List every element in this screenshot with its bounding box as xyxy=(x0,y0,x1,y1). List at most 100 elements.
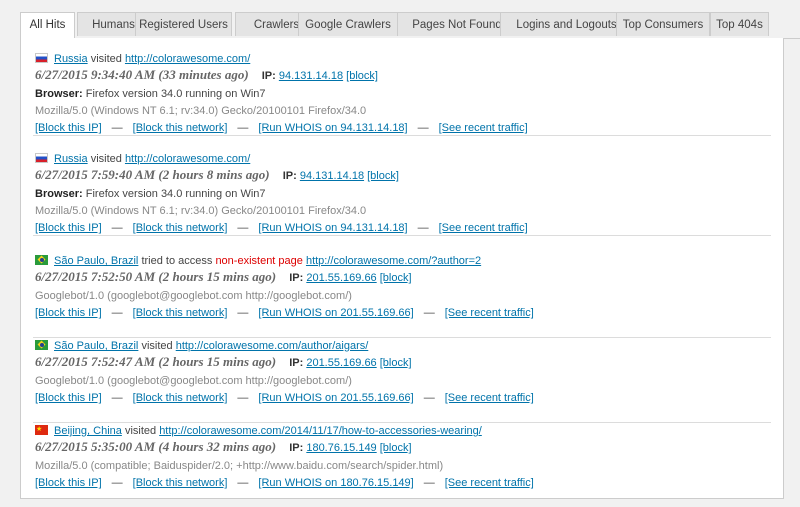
hit-entry: Beijing, China visited http://coloraweso… xyxy=(33,423,771,507)
url-link[interactable]: http://colorawesome.com/?author=2 xyxy=(306,255,481,267)
visited-text: visited xyxy=(124,425,157,437)
separator: — xyxy=(111,477,123,489)
tab-registered-users[interactable]: Registered Users xyxy=(135,12,232,36)
block-link[interactable]: [block] xyxy=(380,442,412,454)
location-link[interactable]: São Paulo, Brazil xyxy=(54,340,138,352)
whois-link[interactable]: [Run WHOIS on 94.131.14.18] xyxy=(258,122,407,134)
russia-flag-icon xyxy=(35,153,48,163)
visited-text: visited xyxy=(90,53,122,65)
non-existent-label: non-existent page xyxy=(215,255,303,267)
block-ip-link[interactable]: [Block this IP] xyxy=(35,477,102,489)
separator: — xyxy=(237,222,249,234)
visit-line: São Paulo, Brazil visited http://coloraw… xyxy=(35,338,368,354)
visited-text: visited xyxy=(141,340,173,352)
timestamp: 6/27/2015 9:34:40 AM (33 minutes ago) xyxy=(35,67,249,82)
url-link[interactable]: http://colorawesome.com/author/aigars/ xyxy=(176,340,369,352)
ip-link[interactable]: 180.76.15.149 xyxy=(306,442,376,454)
actions-line: [Block this IP] — [Block this network] — [Ru… xyxy=(35,120,528,136)
browser-value: Firefox version 34.0 running on Win7 xyxy=(85,188,266,200)
tab-top-404s[interactable]: Top 404s xyxy=(710,12,769,36)
china-flag-icon xyxy=(35,425,48,435)
separator: — xyxy=(111,307,123,319)
block-ip-link[interactable]: [Block this IP] xyxy=(35,392,102,404)
time-line: 6/27/2015 7:52:47 AM (2 hours 15 mins ag… xyxy=(35,353,412,371)
location-link[interactable]: Russia xyxy=(54,53,88,65)
block-link[interactable]: [block] xyxy=(380,272,412,284)
tried-text: tried to access xyxy=(141,255,213,267)
timestamp: 6/27/2015 7:59:40 AM (2 hours 8 mins ago… xyxy=(35,167,270,182)
separator: — xyxy=(423,477,435,489)
hit-entry: Russia visited http://colorawesome.com/ … xyxy=(33,51,771,136)
separator: — xyxy=(417,222,429,234)
whois-link[interactable]: [Run WHOIS on 94.131.14.18] xyxy=(258,222,407,234)
separator: — xyxy=(111,222,123,234)
user-agent: Googlebot/1.0 (googlebot@googlebot.com h… xyxy=(35,290,352,302)
ip-link[interactable]: 94.131.14.18 xyxy=(300,170,364,182)
separator: — xyxy=(237,307,249,319)
block-link[interactable]: [block] xyxy=(380,357,412,369)
ip-label: IP: xyxy=(261,70,276,82)
hit-entry: Russia visited http://colorawesome.com/ … xyxy=(33,151,771,236)
user-agent: Mozilla/5.0 (compatible; Baiduspider/2.0… xyxy=(35,460,444,472)
browser-value: Firefox version 34.0 running on Win7 xyxy=(85,88,266,100)
block-network-link[interactable]: [Block this network] xyxy=(133,222,228,234)
block-link[interactable]: [block] xyxy=(346,70,378,82)
ip-link[interactable]: 201.55.169.66 xyxy=(306,272,376,284)
browser-label: Browser: xyxy=(35,88,83,100)
url-link[interactable]: http://colorawesome.com/2014/11/17/how-t… xyxy=(159,425,482,437)
actions-line: [Block this IP] — [Block this network] — [Ru… xyxy=(35,305,534,321)
ip-link[interactable]: 94.131.14.18 xyxy=(279,70,343,82)
tab-top-consumers[interactable]: Top Consumers xyxy=(616,12,710,36)
location-link[interactable]: São Paulo, Brazil xyxy=(54,255,138,267)
block-network-link[interactable]: [Block this network] xyxy=(133,477,228,489)
russia-flag-icon xyxy=(35,53,48,63)
visit-line: Beijing, China visited http://coloraweso… xyxy=(35,423,482,439)
separator: — xyxy=(417,122,429,134)
block-network-link[interactable]: [Block this network] xyxy=(133,307,228,319)
recent-traffic-link[interactable]: [See recent traffic] xyxy=(445,307,534,319)
time-line: 6/27/2015 5:35:00 AM (4 hours 32 mins ag… xyxy=(35,438,412,456)
user-agent: Googlebot/1.0 (googlebot@googlebot.com h… xyxy=(35,375,352,387)
recent-traffic-link[interactable]: [See recent traffic] xyxy=(439,222,528,234)
timestamp: 6/27/2015 7:52:47 AM (2 hours 15 mins ag… xyxy=(35,354,277,369)
block-ip-link[interactable]: [Block this IP] xyxy=(35,222,102,234)
recent-traffic-link[interactable]: [See recent traffic] xyxy=(445,392,534,404)
actions-line: [Block this IP] — [Block this network] — [Ru… xyxy=(35,390,534,406)
timestamp: 6/27/2015 5:35:00 AM (4 hours 32 mins ag… xyxy=(35,439,277,454)
time-line: 6/27/2015 9:34:40 AM (33 minutes ago) IP… xyxy=(35,66,378,84)
hit-entry: São Paulo, Brazil tried to access non-ex… xyxy=(33,253,771,338)
ip-label: IP: xyxy=(289,357,304,369)
location-link[interactable]: Russia xyxy=(54,153,88,165)
brazil-flag-icon xyxy=(35,340,48,350)
user-agent: Mozilla/5.0 (Windows NT 6.1; rv:34.0) Ge… xyxy=(35,205,367,217)
block-network-link[interactable]: [Block this network] xyxy=(133,392,228,404)
visit-line: Russia visited http://colorawesome.com/ xyxy=(35,51,250,67)
ip-label: IP: xyxy=(289,272,304,284)
visit-line: São Paulo, Brazil tried to access non-ex… xyxy=(35,253,481,269)
tab-pages-not-found[interactable]: Pages Not Found xyxy=(397,12,517,36)
tab-logins-and-logouts[interactable]: Logins and Logouts xyxy=(500,12,633,36)
separator: — xyxy=(111,122,123,134)
tab-bar: All Hits Humans Registered Users Crawler… xyxy=(20,12,800,39)
url-link[interactable]: http://colorawesome.com/ xyxy=(125,53,250,65)
whois-link[interactable]: [Run WHOIS on 180.76.15.149] xyxy=(258,477,413,489)
separator: — xyxy=(423,307,435,319)
location-link[interactable]: Beijing, China xyxy=(54,425,122,437)
block-network-link[interactable]: [Block this network] xyxy=(133,122,228,134)
url-link[interactable]: http://colorawesome.com/ xyxy=(125,153,250,165)
tab-all-hits[interactable]: All Hits xyxy=(20,12,75,39)
recent-traffic-link[interactable]: [See recent traffic] xyxy=(445,477,534,489)
browser-line: Browser: Firefox version 34.0 running on… xyxy=(35,86,266,102)
block-ip-link[interactable]: [Block this IP] xyxy=(35,307,102,319)
actions-line: [Block this IP] — [Block this network] — [Ru… xyxy=(35,220,528,236)
time-line: 6/27/2015 7:52:50 AM (2 hours 15 mins ag… xyxy=(35,268,412,286)
whois-link[interactable]: [Run WHOIS on 201.55.169.66] xyxy=(258,392,413,404)
browser-line: Browser: Firefox version 34.0 running on… xyxy=(35,186,266,202)
ip-link[interactable]: 201.55.169.66 xyxy=(306,357,376,369)
recent-traffic-link[interactable]: [See recent traffic] xyxy=(439,122,528,134)
block-ip-link[interactable]: [Block this IP] xyxy=(35,122,102,134)
ip-label: IP: xyxy=(289,442,304,454)
tab-google-crawlers[interactable]: Google Crawlers xyxy=(298,12,398,36)
whois-link[interactable]: [Run WHOIS on 201.55.169.66] xyxy=(258,307,413,319)
block-link[interactable]: [block] xyxy=(367,170,399,182)
